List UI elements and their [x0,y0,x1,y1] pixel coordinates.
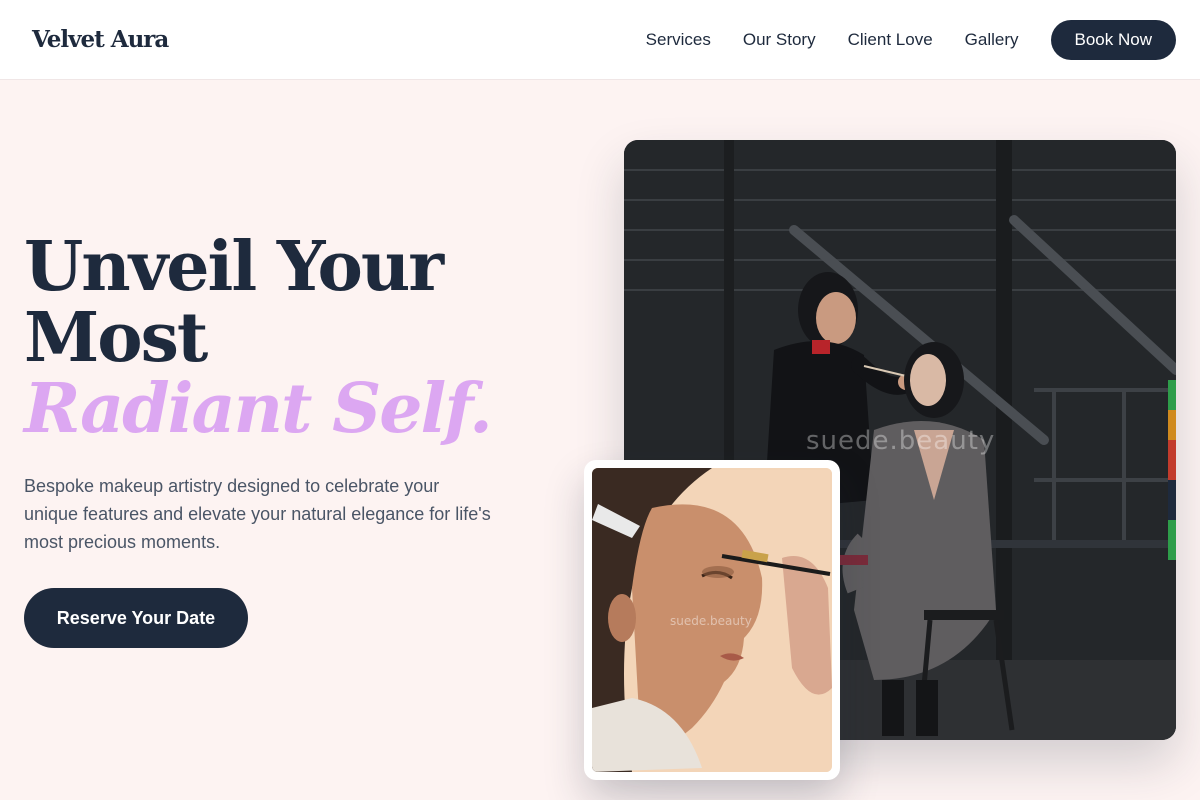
nav-link-gallery[interactable]: Gallery [965,30,1019,50]
reserve-date-button[interactable]: Reserve Your Date [24,588,248,648]
hero-title-accent: Radiant Self. [24,369,493,449]
inset-photo-watermark: suede.beauty [670,614,752,628]
main-photo-watermark: suede.beauty [806,426,996,456]
hero-description: Bespoke makeup artistry designed to cele… [24,476,491,552]
nav-link-client-love[interactable]: Client Love [848,30,933,50]
inset-photo-frame: suede.beauty [592,468,832,772]
brand-logo[interactable]: Velvet Aura [32,26,169,53]
hero-inset-photo: suede.beauty [584,460,840,780]
site-header: Velvet Aura Services Our Story Client Lo… [0,0,1200,80]
main-nav: Services Our Story Client Love Gallery B… [614,19,1176,60]
hero-title-line-1: Unveil Your [24,227,444,307]
book-now-button[interactable]: Book Now [1050,19,1176,60]
nav-link-services[interactable]: Services [646,30,711,50]
hero-title: Unveil Your Most Radiant Self. [24,232,584,445]
hero-title-line-2: Most [24,298,208,378]
nav-link-our-story[interactable]: Our Story [743,30,816,50]
